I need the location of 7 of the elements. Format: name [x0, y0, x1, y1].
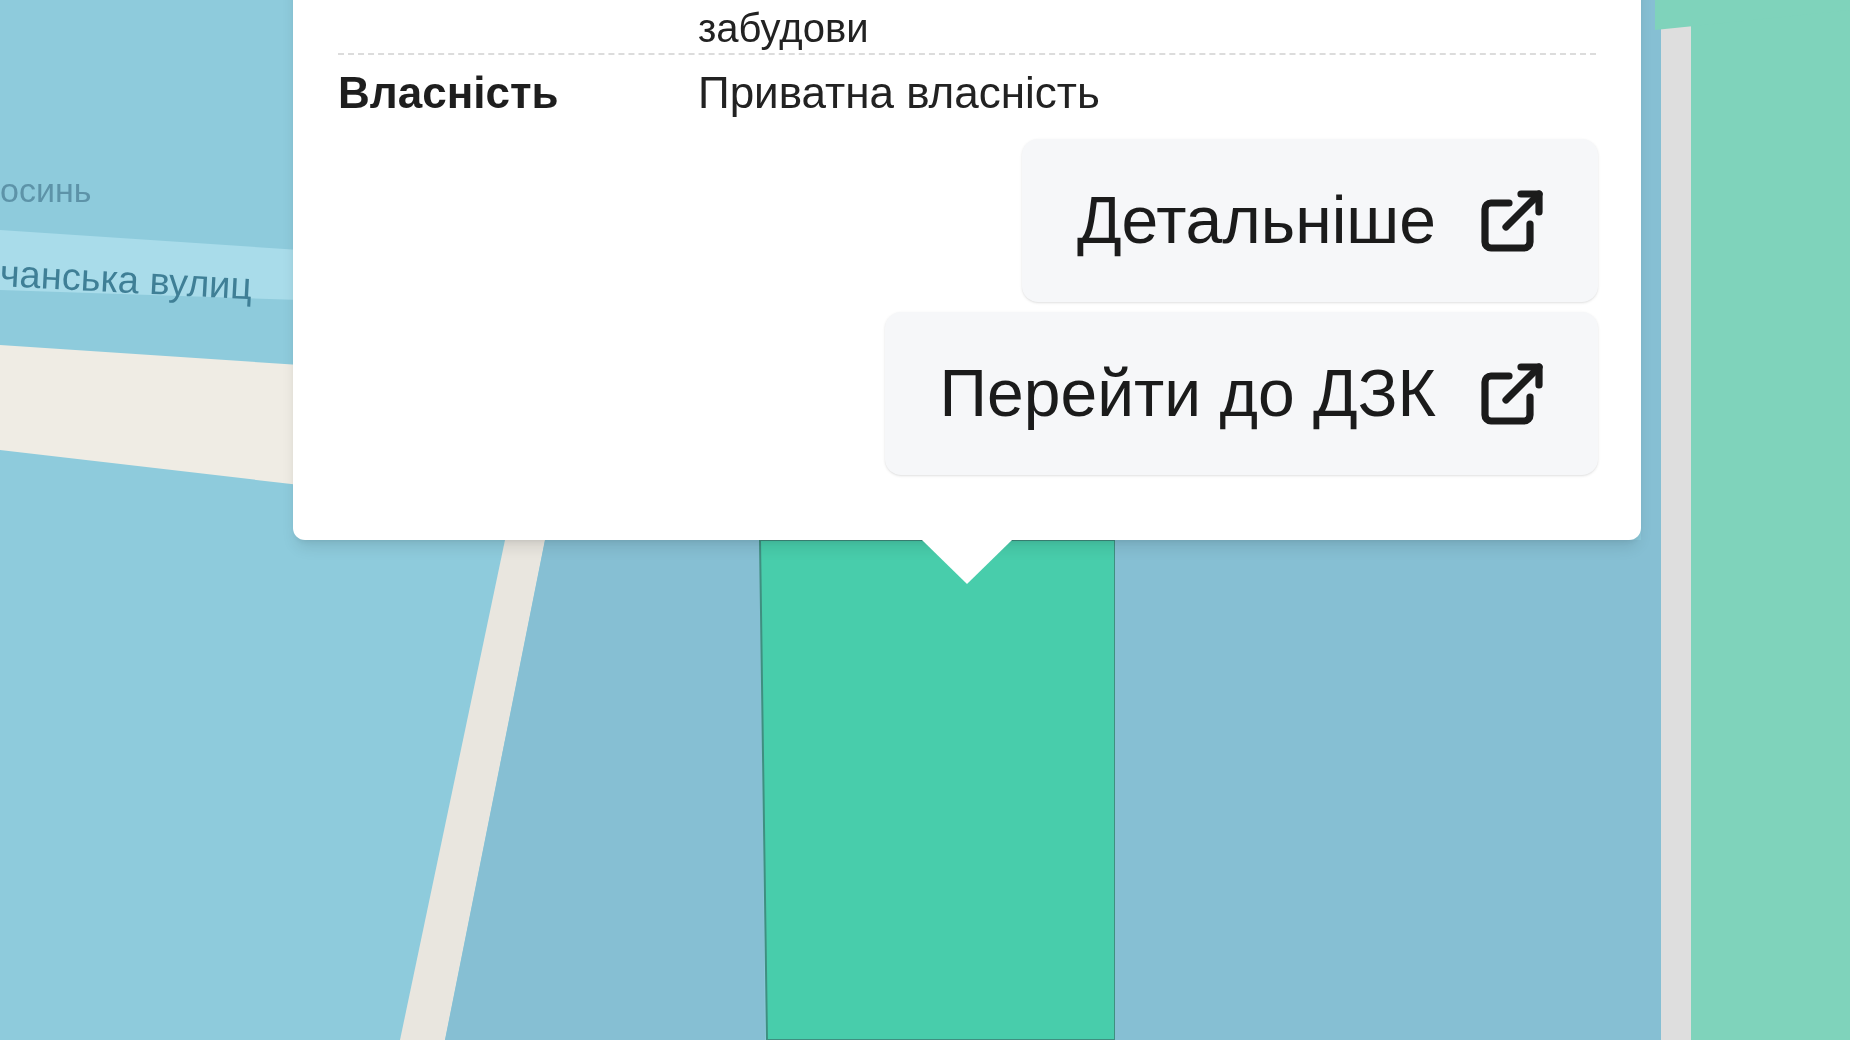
street-label: чанська вулиц [0, 251, 254, 310]
external-link-button[interactable]: Детальніше [1021, 139, 1598, 302]
external-link-button[interactable]: Перейти до ДЗК [884, 312, 1598, 475]
field-label: Власність [338, 67, 560, 119]
field-value: Приватна власність [698, 67, 1100, 119]
map-label: осинь [0, 170, 92, 211]
field-value: забудови [698, 5, 869, 52]
